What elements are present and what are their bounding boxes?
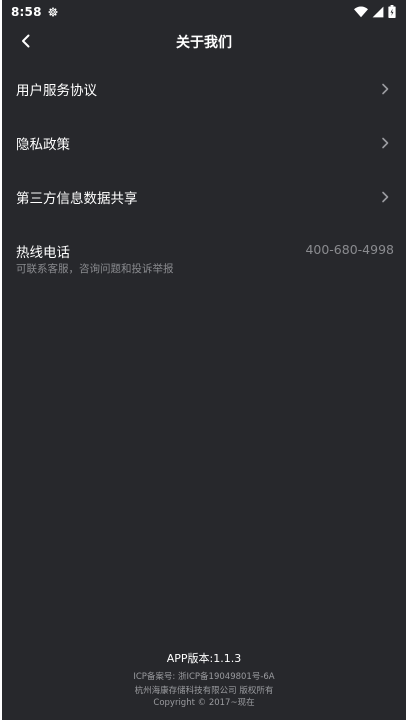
menu-item-label: 隐私政策 (16, 137, 70, 153)
app-version: APP版本:1.1.3 (166, 652, 242, 665)
back-button[interactable] (12, 28, 40, 56)
wifi-icon (354, 3, 368, 22)
chevron-right-icon (381, 134, 390, 153)
chevron-right-icon (381, 80, 390, 99)
status-bar: 8:58 (2, 0, 406, 24)
status-left: 8:58 (11, 3, 59, 22)
menu-list: 用户服务协议 隐私政策 第三方信息数据共享 (2, 62, 406, 224)
hotline-row: 热线电话 可联系客服，咨询问题和投诉举报 400-680-4998 (2, 238, 406, 282)
company-copyright: 杭州海康存储科技有限公司 版权所有 (134, 686, 274, 696)
about-us-screen: 8:58 关于我们 用户服务协议 隐私政策 第三方信息数据共享 热线电话 可联系… (2, 0, 406, 720)
menu-item-third-party-data-sharing[interactable]: 第三方信息数据共享 (2, 170, 406, 224)
cellular-signal-icon (372, 3, 384, 22)
icp-record: ICP备案号: 浙ICP备19049801号-6A (133, 672, 275, 682)
gear-icon (47, 3, 59, 22)
battery-icon (388, 3, 396, 22)
footer: APP版本:1.1.3 ICP备案号: 浙ICP备19049801号-6A 杭州… (2, 651, 406, 709)
chevron-left-icon (19, 33, 33, 52)
hotline-number[interactable]: 400-680-4998 (305, 242, 394, 257)
menu-item-label: 用户服务协议 (16, 83, 97, 99)
hotline-title: 热线电话 (16, 245, 70, 261)
hotline-subtitle: 可联系客服，咨询问题和投诉举报 (16, 263, 174, 275)
status-time: 8:58 (11, 5, 42, 19)
copyright-notice: Copyright © 2017~现在 (153, 698, 255, 708)
status-right (354, 3, 396, 22)
menu-item-privacy-policy[interactable]: 隐私政策 (2, 116, 406, 170)
menu-item-label: 第三方信息数据共享 (16, 191, 138, 207)
page-title: 关于我们 (176, 35, 232, 51)
nav-bar: 关于我们 (2, 24, 406, 60)
menu-item-user-agreement[interactable]: 用户服务协议 (2, 62, 406, 116)
chevron-right-icon (381, 188, 390, 207)
